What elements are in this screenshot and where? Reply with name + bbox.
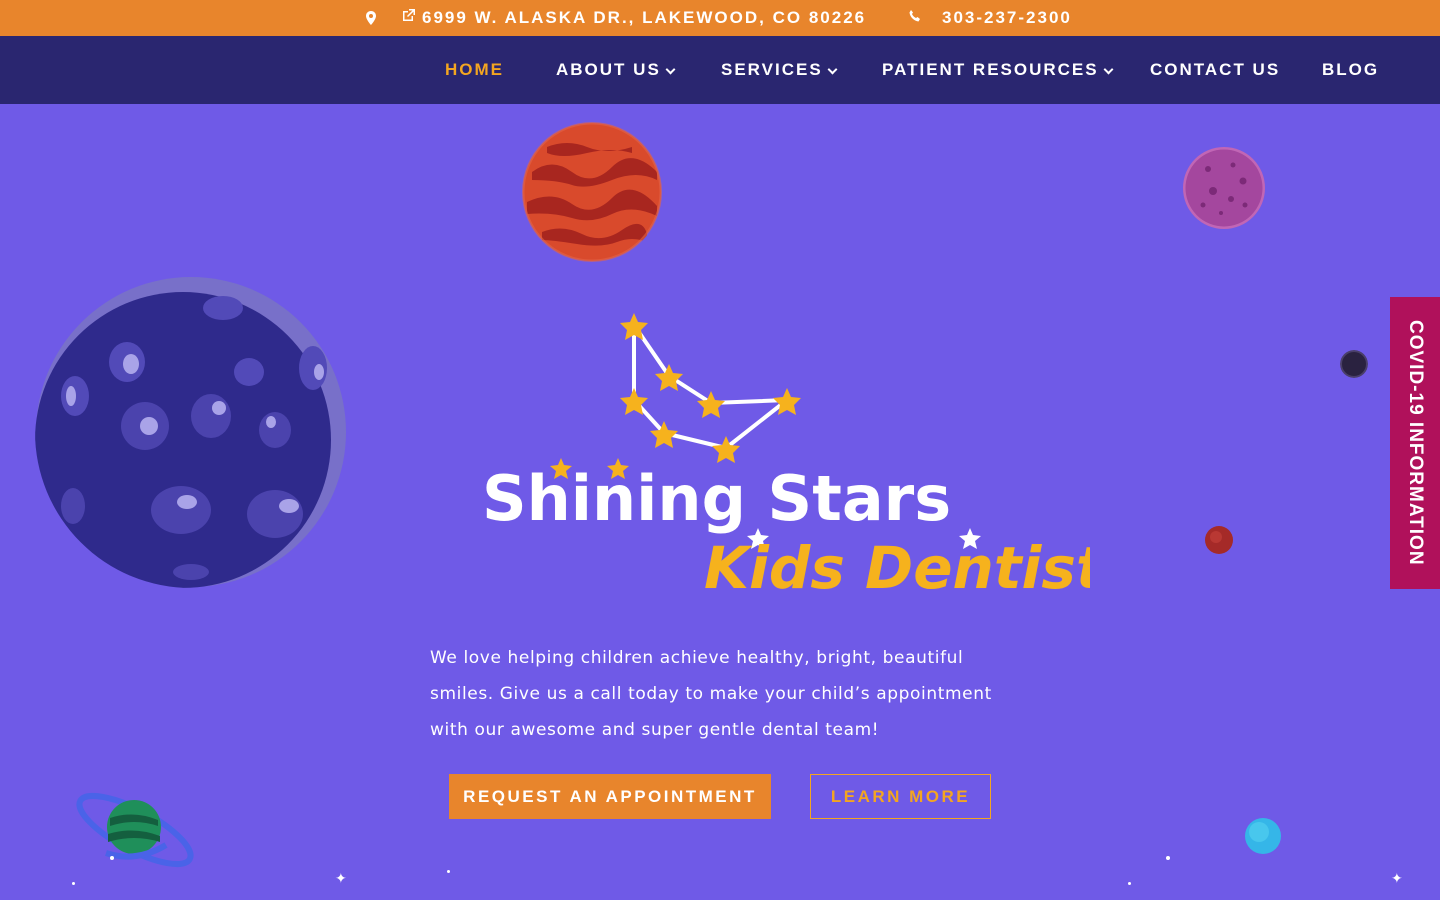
pink-planet-image [1183,147,1265,229]
request-appointment-button[interactable]: REQUEST AN APPOINTMENT [449,774,771,819]
cyan-planet-image [1245,818,1281,854]
address-text: 6999 W. ALASKA DR., LAKEWOOD, CO 80226 [422,8,867,27]
hero-tagline: We love helping children achieve healthy… [430,648,992,740]
nav-patient-resources[interactable]: PATIENT RESOURCES [882,36,1114,104]
sparkle-icon: ✦ [335,871,347,887]
shining-stars-logo: Shining Stars Kids Dentistry [482,313,1090,602]
chevron-down-icon [827,64,838,74]
nav-about-us-label: ABOUT US [556,60,661,79]
blue-moon-image [35,277,346,588]
phone-link[interactable]: 303-237-2300 [908,0,1072,36]
phone-text: 303-237-2300 [942,8,1072,27]
nav-blog[interactable]: BLOG [1322,36,1379,104]
ringed-planet-image [76,792,194,868]
nav-home-label: HOME [445,60,504,79]
covid-tab-label: COVID-19 INFORMATION [1405,320,1426,566]
covid-information-tab[interactable]: COVID-19 INFORMATION [1390,297,1440,589]
star-dot [1166,856,1170,860]
nav-services-label: SERVICES [721,60,823,79]
chevron-down-icon [665,64,676,74]
nav-contact-us[interactable]: CONTACT US [1150,36,1280,104]
location-pin-icon [365,0,377,36]
nav-about-us[interactable]: ABOUT US [556,36,676,104]
star-dot [447,870,450,873]
logo-title-text: Shining Stars [482,462,951,535]
nav-home[interactable]: HOME [445,36,504,104]
nav-services[interactable]: SERVICES [721,36,838,104]
small-red-planet-image [1205,526,1233,554]
chevron-down-icon [1103,64,1114,74]
red-planet-image [522,122,662,262]
nav-patient-resources-label: PATIENT RESOURCES [882,60,1099,79]
phone-icon [908,8,922,28]
learn-more-button[interactable]: LEARN MORE [810,774,991,819]
star-dot [110,856,114,860]
star-dot [1128,882,1131,885]
address-link[interactable]: 6999 W. ALASKA DR., LAKEWOOD, CO 80226 [401,0,866,36]
dark-planet-image [1340,350,1368,378]
star-dot [72,882,75,885]
logo-subtitle-text: Kids Dentistry [704,534,1090,602]
main-navigation: HOME ABOUT US SERVICES PATIENT RESOURCES… [0,36,1440,104]
external-link-icon [401,8,416,28]
top-contact-bar: 6999 W. ALASKA DR., LAKEWOOD, CO 80226 3… [0,0,1440,36]
nav-contact-us-label: CONTACT US [1150,60,1281,79]
sparkle-icon: ✦ [1391,871,1403,887]
nav-blog-label: BLOG [1322,60,1380,79]
